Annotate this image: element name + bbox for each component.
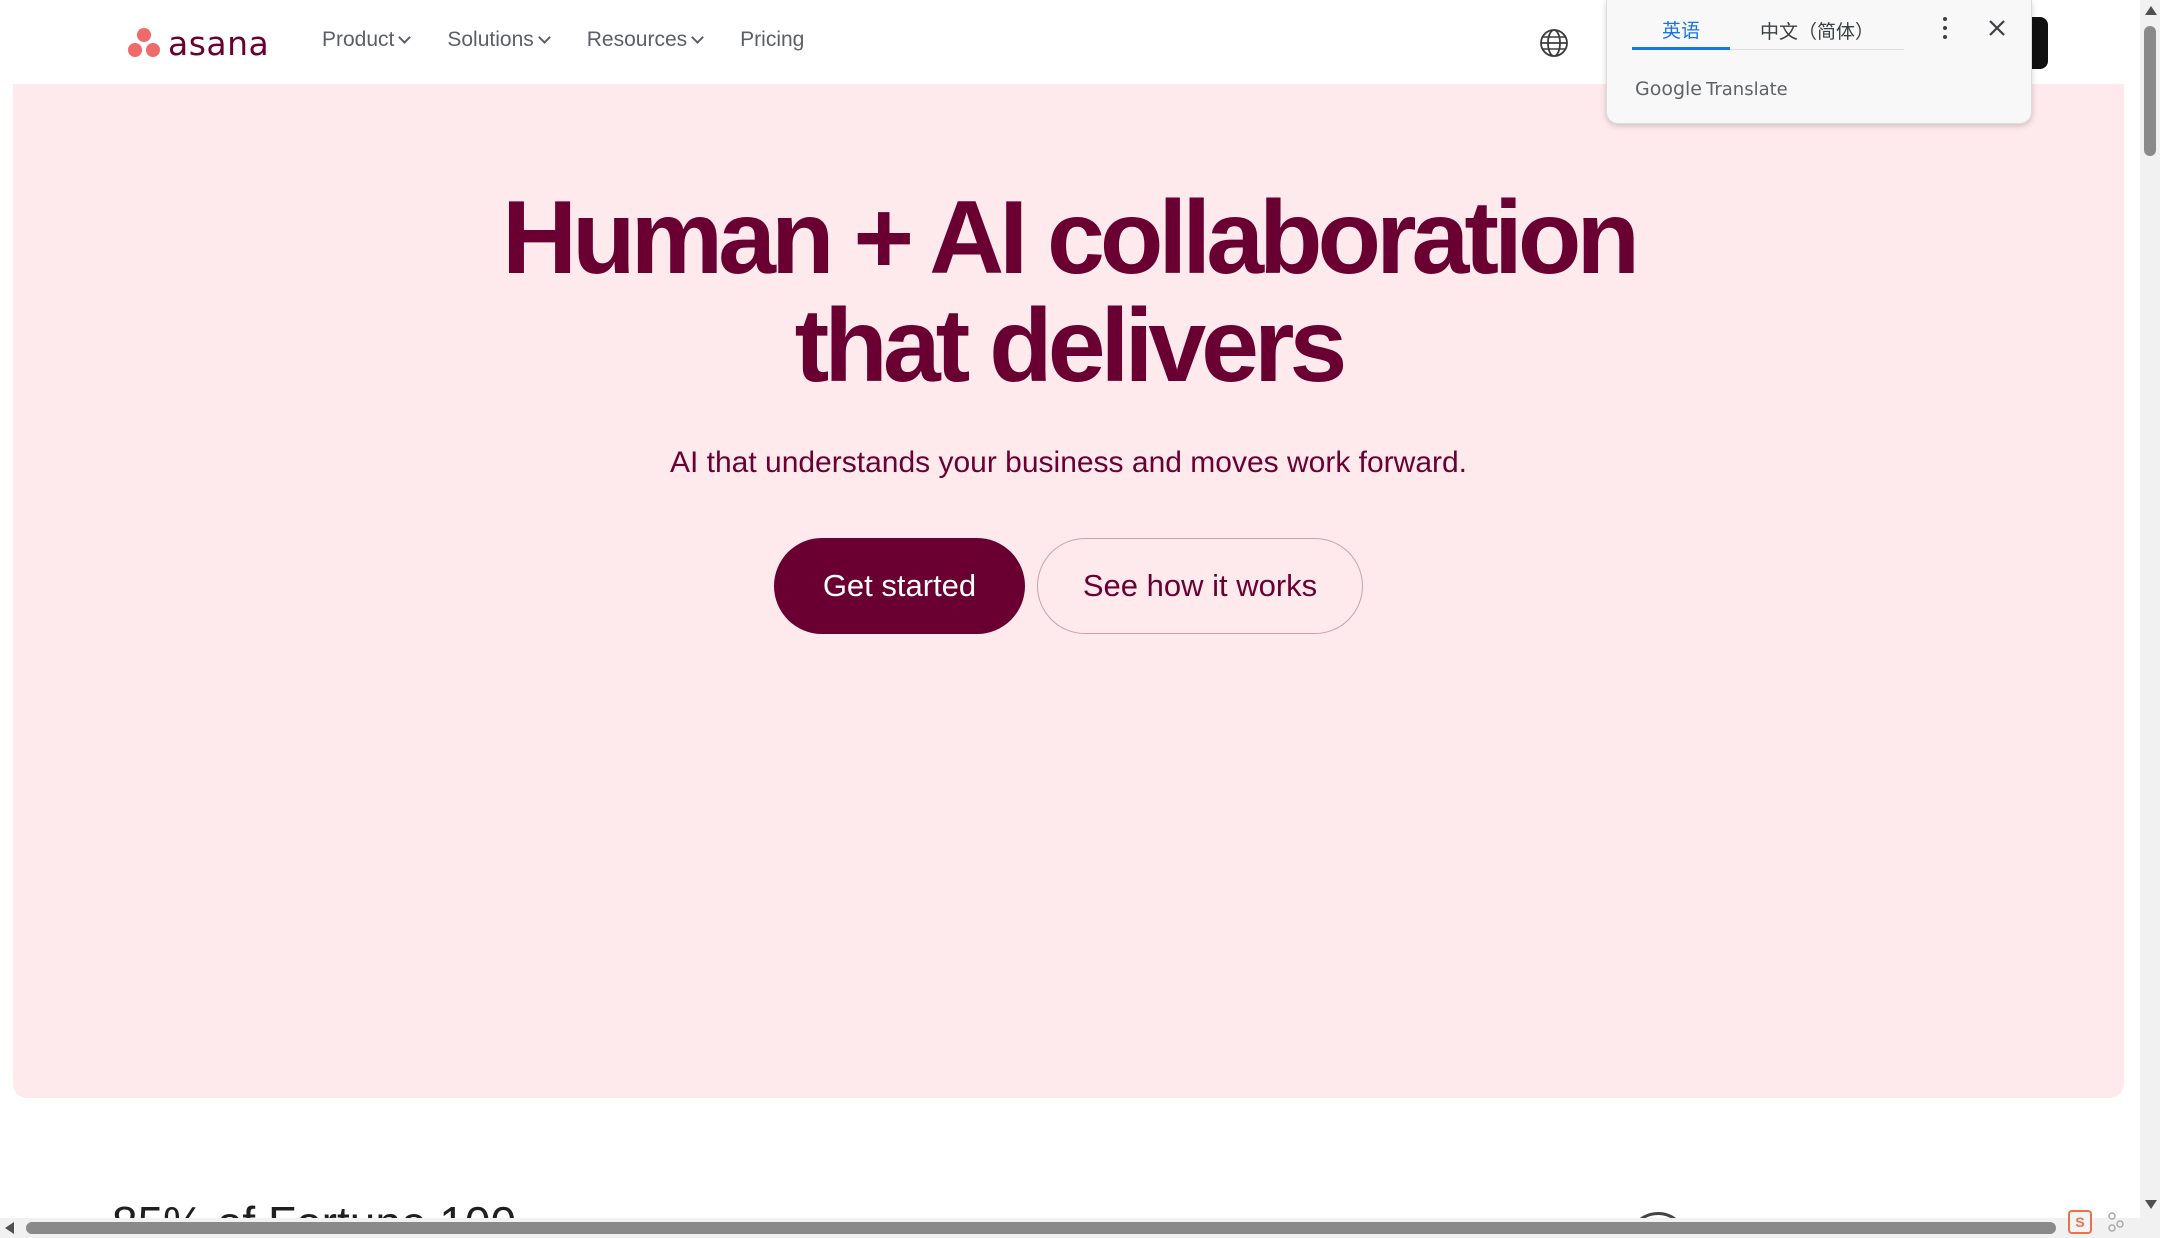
google-wordmark: Google (1635, 78, 1703, 100)
horizontal-scroll-thumb[interactable] (26, 1222, 2056, 1234)
nav-product-label: Product (322, 28, 395, 51)
logo-wordmark: asana (168, 23, 270, 63)
nav-solutions[interactable]: Solutions (447, 28, 551, 52)
nav-pricing[interactable]: Pricing (740, 28, 804, 52)
tab-english[interactable]: 英语 (1632, 12, 1731, 50)
horizontal-scrollbar[interactable] (0, 1218, 2140, 1238)
vertical-scrollbar[interactable] (2140, 0, 2160, 1238)
nav-resources-label: Resources (586, 28, 688, 51)
nav-solutions-label: Solutions (447, 28, 534, 51)
nav-resources[interactable]: Resources (586, 28, 705, 52)
get-started-button[interactable]: Get started (774, 538, 1025, 634)
main-nav: Product Solutions Resources Pricing (322, 28, 804, 52)
extension-s-icon[interactable]: S (2068, 1210, 2092, 1234)
chevron-down-icon (691, 31, 705, 44)
hero-title-line2: that delivers (794, 288, 1348, 404)
translate-wordmark: Translate (1706, 79, 1788, 100)
google-translate-brand: Google Translate (1635, 78, 1788, 100)
google-translate-popup: 英语 中文（简体） Google Translate (1606, 0, 2032, 124)
hero-subtitle: AI that understands your business and mo… (669, 446, 1468, 479)
scroll-left-arrow-icon[interactable] (5, 1222, 14, 1234)
resize-grip-icon (2108, 1212, 2124, 1232)
globe-icon[interactable] (1538, 27, 1570, 59)
asana-logo-icon (128, 28, 160, 58)
chevron-down-icon (537, 31, 551, 44)
more-vert-icon[interactable] (1933, 14, 1957, 42)
page: asana Product Solutions Resources Pricin… (0, 0, 2160, 1238)
see-how-it-works-button[interactable]: See how it works (1037, 538, 1363, 634)
nav-product[interactable]: Product (322, 28, 412, 52)
hero-title-line1: Human + AI collaboration (502, 180, 1640, 296)
scroll-up-arrow-icon[interactable] (2145, 6, 2157, 15)
chevron-down-icon (398, 31, 412, 44)
translate-language-tabs: 英语 中文（简体） (1632, 12, 1905, 50)
asana-logo[interactable]: asana (128, 23, 270, 63)
close-icon[interactable] (1983, 14, 2011, 42)
hero-title: Human + AI collaboration that delivers (13, 184, 2124, 400)
nav-pricing-label: Pricing (740, 28, 805, 51)
vertical-scroll-thumb[interactable] (2144, 26, 2156, 156)
hero-section: Human + AI collaboration that delivers A… (13, 84, 2124, 1098)
tab-chinese-simplified[interactable]: 中文（简体） (1730, 12, 1905, 50)
scroll-down-arrow-icon[interactable] (2145, 1200, 2157, 1209)
